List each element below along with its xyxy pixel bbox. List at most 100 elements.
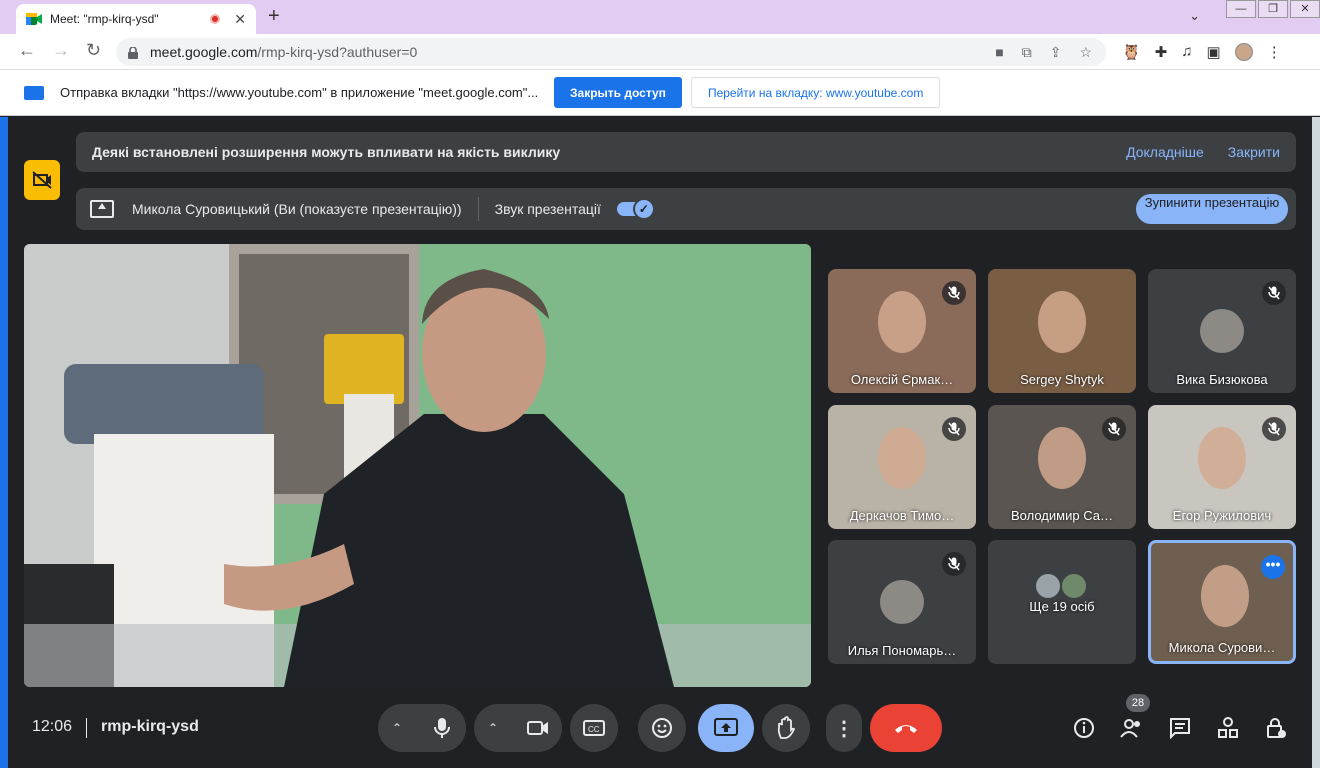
restore-icon[interactable]: ❐: [1258, 0, 1288, 18]
lock-person-icon[interactable]: [1264, 716, 1288, 740]
browser-tab-meet[interactable]: Meet: "rmp-kirq-ysd" ✕: [16, 4, 256, 34]
svg-text:CC: CC: [588, 725, 600, 734]
video-options-chevron-icon[interactable]: ⌃: [488, 721, 498, 735]
window-controls: — ❐ ✕: [1224, 0, 1320, 22]
learn-more-link[interactable]: Докладніше: [1126, 144, 1204, 160]
present-now-button[interactable]: [698, 704, 754, 752]
mic-off-icon: [942, 552, 966, 576]
forward-icon[interactable]: →: [52, 40, 70, 61]
people-count-badge: 28: [1126, 694, 1150, 712]
participant-video: [878, 291, 926, 353]
bookmark-star-icon[interactable]: ☆: [1079, 44, 1092, 61]
share-icon[interactable]: ⇪: [1050, 44, 1062, 61]
participant-tile[interactable]: Ще 19 осіб: [988, 540, 1136, 664]
activities-icon[interactable]: [1216, 716, 1240, 740]
new-tab-button[interactable]: +: [268, 5, 280, 28]
leave-call-button[interactable]: [870, 704, 942, 752]
address-bar[interactable]: meet.google.com/rmp-kirq-ysd?authuser=0 …: [116, 38, 1106, 66]
cast-tab-icon: [24, 85, 44, 100]
participant-video: [1201, 565, 1249, 627]
close-window-icon[interactable]: ✕: [1290, 0, 1320, 18]
camera-button[interactable]: [514, 704, 562, 752]
captions-icon: CC: [583, 720, 605, 736]
stop-presenting-button[interactable]: Зупинити презентацію: [1136, 194, 1288, 224]
participant-name: Володимир Са…: [1011, 508, 1113, 523]
participant-tile[interactable]: Sergey Shytyk: [988, 269, 1136, 393]
participant-name: Деркачов Тимо…: [849, 508, 955, 523]
emoji-icon: [652, 718, 672, 738]
camera-icon: [527, 721, 548, 735]
participant-name: Илья Пономарь…: [847, 643, 957, 658]
sharing-message: Отправка вкладки "https://www.youtube.co…: [60, 85, 539, 100]
close-banner-link[interactable]: Закрити: [1228, 144, 1280, 160]
camera-in-use-icon[interactable]: ■: [995, 44, 1003, 61]
side-panel-icon[interactable]: ▣: [1207, 43, 1221, 61]
audio-options-chevron-icon[interactable]: ⌃: [392, 721, 402, 735]
participant-name: Егор Ружилович: [1172, 508, 1272, 523]
participant-video: [1038, 291, 1086, 353]
participant-name: Ще 19 осіб: [1029, 599, 1095, 614]
extensions-area: 🦉 ✚ ♫ ▣ ⋮: [1122, 43, 1282, 61]
people-icon[interactable]: [1120, 716, 1144, 740]
extensions-warning-icon[interactable]: [24, 160, 60, 200]
participant-tile[interactable]: Вика Бизюкова: [1148, 269, 1296, 393]
more-vert-icon: ⋮: [834, 717, 854, 740]
main-presentation-video: [24, 244, 811, 687]
participant-tile[interactable]: Олексій Єрмак…: [828, 269, 976, 393]
presentation-audio-toggle[interactable]: ✓: [616, 198, 655, 220]
switch-to-tab-button[interactable]: Перейти на вкладку: www.youtube.com: [690, 77, 941, 108]
extensions-puzzle-icon[interactable]: ✚: [1155, 43, 1168, 61]
tab-sharing-infobar: Отправка вкладки "https://www.youtube.co…: [0, 70, 1320, 116]
google-meet-favicon-icon: [26, 12, 42, 26]
more-options-button[interactable]: ⋮: [826, 704, 862, 752]
participant-name: Микола Сурови…: [1168, 640, 1276, 655]
raise-hand-button[interactable]: [762, 704, 810, 752]
stop-sharing-button[interactable]: Закрыть доступ: [554, 77, 682, 108]
translate-icon[interactable]: ⧉: [1022, 44, 1032, 61]
participant-video: [878, 427, 926, 489]
captions-button[interactable]: CC: [570, 704, 618, 752]
url-path: /rmp-kirq-ysd?authuser=0: [257, 44, 418, 60]
avatar: [1034, 572, 1062, 600]
profile-avatar[interactable]: [1234, 43, 1253, 61]
back-icon[interactable]: ←: [18, 40, 36, 61]
tab-search-chevron-icon[interactable]: ⌄: [1189, 8, 1200, 24]
lock-icon[interactable]: [128, 46, 138, 59]
recording-indicator-icon: [210, 14, 221, 24]
tile-options-icon[interactable]: •••: [1261, 555, 1285, 579]
extensions-warning-banner: Деякі встановлені розширення можуть впли…: [76, 132, 1296, 172]
participant-tile[interactable]: Илья Пономарь…: [828, 540, 976, 664]
info-icon[interactable]: [1072, 716, 1096, 740]
participant-name: Олексій Єрмак…: [850, 372, 954, 387]
browser-toolbar: ← → ↻ meet.google.com/rmp-kirq-ysd?authu…: [0, 34, 1320, 70]
owl-extension-icon[interactable]: 🦉: [1122, 43, 1141, 61]
participant-tile[interactable]: Деркачов Тимо…: [828, 405, 976, 529]
participant-name: Sergey Shytyk: [1020, 372, 1104, 387]
extensions-warning-text: Деякі встановлені розширення можуть впли…: [92, 144, 561, 160]
avatar: [1060, 572, 1088, 600]
divider: [477, 197, 479, 221]
mic-off-icon: [1262, 417, 1286, 441]
meet-control-bar: 12:06 rmp-kirq-ysd ⌃ ⌃ CC ⋮: [8, 694, 1312, 768]
window-left-edge: [0, 117, 8, 768]
participant-tile[interactable]: Егор Ружилович: [1148, 405, 1296, 529]
minimize-icon[interactable]: —: [1226, 0, 1256, 18]
emoji-reaction-button[interactable]: [638, 704, 686, 752]
current-time: 12:06: [32, 718, 73, 735]
close-tab-icon[interactable]: ✕: [234, 11, 246, 28]
mic-off-icon: [1262, 281, 1286, 305]
mic-off-icon: [1102, 417, 1126, 441]
end-call-icon: [895, 725, 917, 733]
media-control-icon[interactable]: ♫: [1181, 43, 1192, 61]
meeting-details: 12:06 rmp-kirq-ysd: [32, 718, 199, 738]
participant-tile[interactable]: Володимир Са…: [988, 405, 1136, 529]
participant-tile[interactable]: ••• Микола Сурови…: [1148, 540, 1296, 664]
browser-menu-icon[interactable]: ⋮: [1267, 43, 1282, 61]
present-screen-icon: [90, 200, 114, 218]
presenter-label: Микола Суровицький (Ви (показуєте презен…: [132, 201, 462, 217]
microphone-button[interactable]: [418, 704, 466, 752]
chat-icon[interactable]: [1168, 716, 1192, 740]
participant-video: [1038, 427, 1086, 489]
browser-tab-strip: Meet: "rmp-kirq-ysd" ✕ + ⌄ — ❐ ✕: [0, 0, 1320, 34]
reload-icon[interactable]: ↻: [86, 40, 101, 61]
